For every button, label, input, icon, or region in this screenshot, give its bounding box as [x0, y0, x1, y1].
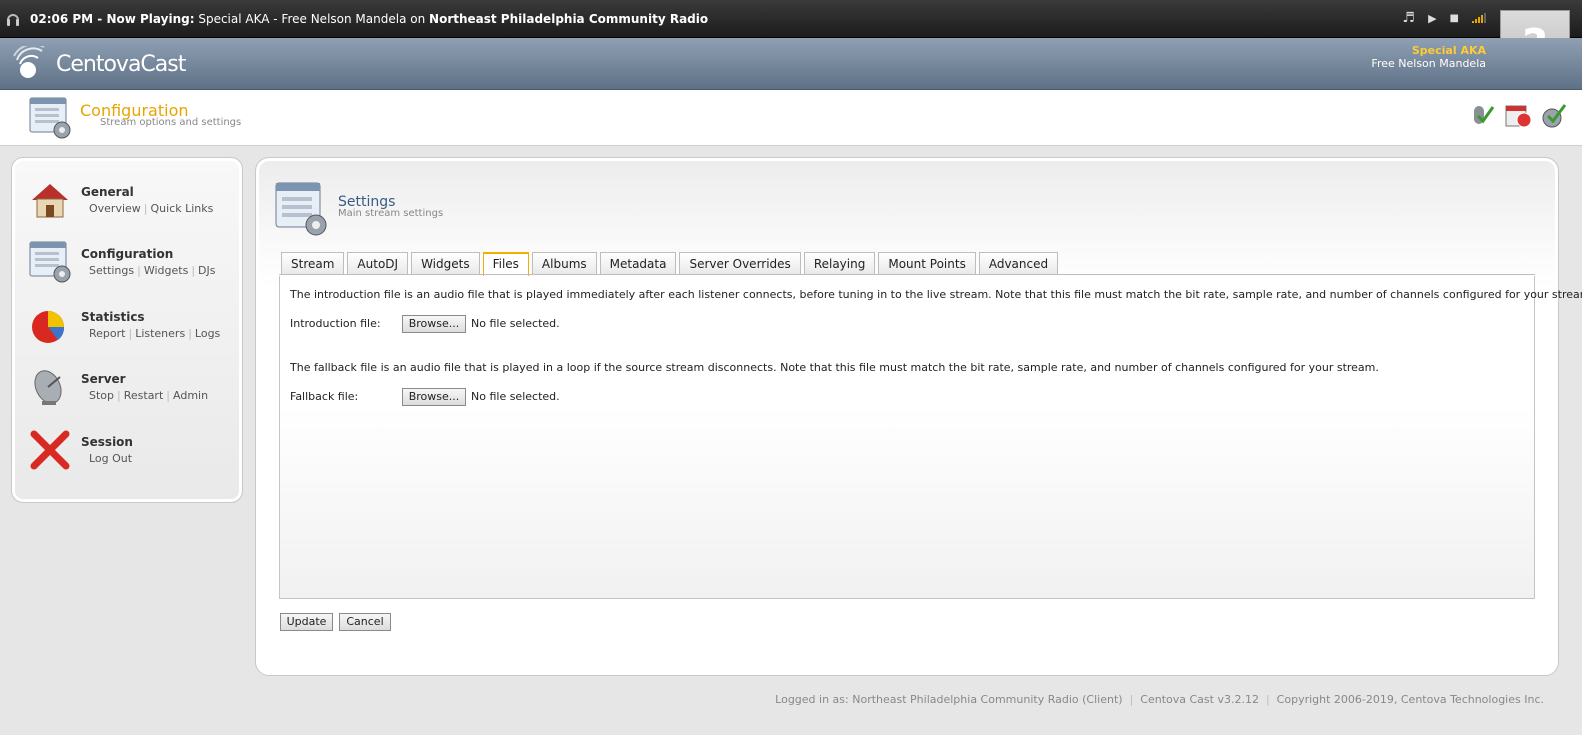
- red-x-icon: [30, 430, 70, 470]
- tab-relaying[interactable]: Relaying: [803, 252, 876, 275]
- brand-name: CentovaCast: [56, 51, 186, 77]
- music-note-icon[interactable]: ♬: [1403, 10, 1416, 26]
- footer-copyright: Copyright 2006-2019, Centova Technologie…: [1276, 693, 1544, 706]
- tab-widgets[interactable]: Widgets: [411, 252, 480, 275]
- page-header: Configuration Stream options and setting…: [0, 90, 1582, 146]
- intro-file-label: Introduction file:: [290, 317, 381, 330]
- current-track-artist: Special AKA: [1411, 44, 1486, 57]
- footer: Logged in as: Northeast Philadelphia Com…: [775, 693, 1544, 706]
- sidebar-link-quick-links[interactable]: Quick Links: [151, 202, 214, 215]
- files-tab-content: The introduction file is an audio file t…: [279, 276, 1582, 599]
- pie-chart-icon: [32, 311, 65, 343]
- current-track-info: Special AKA Free Nelson Mandela: [1371, 44, 1486, 70]
- satellite-dish-icon: [34, 370, 62, 405]
- sidebar-link-settings[interactable]: Settings: [89, 264, 134, 277]
- settings-tabs: Stream AutoDJ Widgets Files Albums Metad…: [281, 252, 1059, 276]
- sidebar-link-logs[interactable]: Logs: [195, 327, 220, 340]
- now-playing-station: Northeast Philadelphia Community Radio: [429, 12, 709, 26]
- tab-server-overrides[interactable]: Server Overrides: [679, 252, 801, 275]
- configuration-icon: [29, 241, 71, 283]
- stop-icon[interactable]: ■: [1450, 13, 1459, 24]
- play-icon[interactable]: ▶: [1428, 12, 1436, 25]
- fallback-file-status: No file selected.: [471, 390, 560, 403]
- sidebar-group-general: General Overview | Quick Links: [28, 178, 238, 228]
- footer-logged-in: Logged in as: Northeast Philadelphia Com…: [775, 693, 1123, 706]
- now-playing-bar: 02:06 PM - Now Playing: Special AKA - Fr…: [0, 0, 1582, 38]
- footer-version: Centova Cast v3.2.12: [1140, 693, 1259, 706]
- sidebar-link-djs[interactable]: DJs: [198, 264, 215, 277]
- intro-file-browse-button[interactable]: Browse...: [402, 315, 466, 333]
- cancel-button[interactable]: Cancel: [339, 613, 391, 631]
- tab-metadata[interactable]: Metadata: [599, 252, 677, 275]
- sidebar-group-title: Configuration: [81, 247, 174, 261]
- now-playing-text: 02:06 PM - Now Playing: Special AKA - Fr…: [30, 12, 708, 26]
- intro-file-status: No file selected.: [471, 317, 560, 330]
- sidebar-group-server: Server Stop | Restart | Admin: [28, 365, 238, 415]
- sidebar-group-title: Session: [81, 435, 133, 449]
- fallback-file-description: The fallback file is an audio file that …: [290, 361, 1379, 374]
- current-track-title: Free Nelson Mandela: [1371, 57, 1486, 70]
- now-playing-on: on: [410, 12, 426, 26]
- calendar-clock-icon[interactable]: [1504, 100, 1532, 130]
- broadcast-logo-icon: [13, 46, 45, 78]
- settings-check-icon[interactable]: [1540, 100, 1568, 130]
- sidebar-links: Settings | Widgets | DJs: [89, 264, 216, 277]
- microphone-check-icon[interactable]: [1468, 100, 1496, 130]
- sidebar-links: Report | Listeners | Logs: [89, 327, 221, 340]
- sidebar-link-listeners[interactable]: Listeners: [135, 327, 185, 340]
- tab-mount-points[interactable]: Mount Points: [878, 252, 976, 275]
- toolbar-icons: [1468, 100, 1568, 130]
- tab-divider: [279, 274, 1535, 275]
- settings-subtitle: Main stream settings: [338, 208, 444, 219]
- sidebar-group-title: Server: [81, 372, 126, 386]
- intro-file-description: The introduction file is an audio file t…: [290, 288, 1582, 301]
- tab-stream[interactable]: Stream: [281, 252, 345, 275]
- fallback-file-label: Fallback file:: [290, 390, 359, 403]
- volume-signal-icon[interactable]: [1472, 13, 1486, 23]
- settings-icon: [275, 182, 327, 236]
- sidebar-group-title: Statistics: [81, 310, 145, 324]
- sidebar: General Overview | Quick Links Configurati…: [11, 157, 243, 503]
- sidebar-group-title: General: [81, 185, 134, 199]
- sidebar-link-overview[interactable]: Overview: [89, 202, 141, 215]
- tab-autodj[interactable]: AutoDJ: [347, 252, 409, 275]
- now-playing-track: Special AKA - Free Nelson Mandela: [198, 12, 407, 26]
- sidebar-group-statistics: Statistics Report | Listeners | Logs: [28, 303, 238, 353]
- sidebar-links: Stop | Restart | Admin: [89, 389, 209, 402]
- sidebar-link-stop[interactable]: Stop: [89, 389, 114, 402]
- now-playing-time: 02:06 PM - Now Playing:: [30, 12, 195, 26]
- sidebar-group-session: Session Log Out: [28, 428, 238, 478]
- player-controls: ♬ ▶ ■: [1403, 10, 1486, 26]
- centovacast-logo[interactable]: CentovaCast: [12, 46, 186, 82]
- sidebar-link-admin[interactable]: Admin: [173, 389, 208, 402]
- configuration-page-icon: [29, 97, 71, 139]
- sidebar-link-restart[interactable]: Restart: [124, 389, 164, 402]
- tab-albums[interactable]: Albums: [531, 252, 597, 275]
- header-band: CentovaCast Special AKA Free Nelson Mand…: [0, 38, 1582, 90]
- home-icon: [32, 184, 68, 218]
- sidebar-links: Overview | Quick Links: [89, 202, 214, 215]
- tab-advanced[interactable]: Advanced: [978, 252, 1059, 275]
- page-subtitle: Stream options and settings: [100, 117, 242, 128]
- sidebar-links: Log Out: [89, 452, 132, 465]
- sidebar-link-widgets[interactable]: Widgets: [144, 264, 188, 277]
- headphones-icon: [7, 14, 19, 26]
- fallback-file-browse-button[interactable]: Browse...: [402, 388, 466, 406]
- sidebar-link-report[interactable]: Report: [89, 327, 125, 340]
- sidebar-group-configuration: Configuration Settings | Widgets | DJs: [28, 240, 238, 290]
- tab-files[interactable]: Files: [482, 252, 529, 276]
- update-button[interactable]: Update: [280, 613, 333, 631]
- sidebar-link-log-out[interactable]: Log Out: [89, 452, 132, 465]
